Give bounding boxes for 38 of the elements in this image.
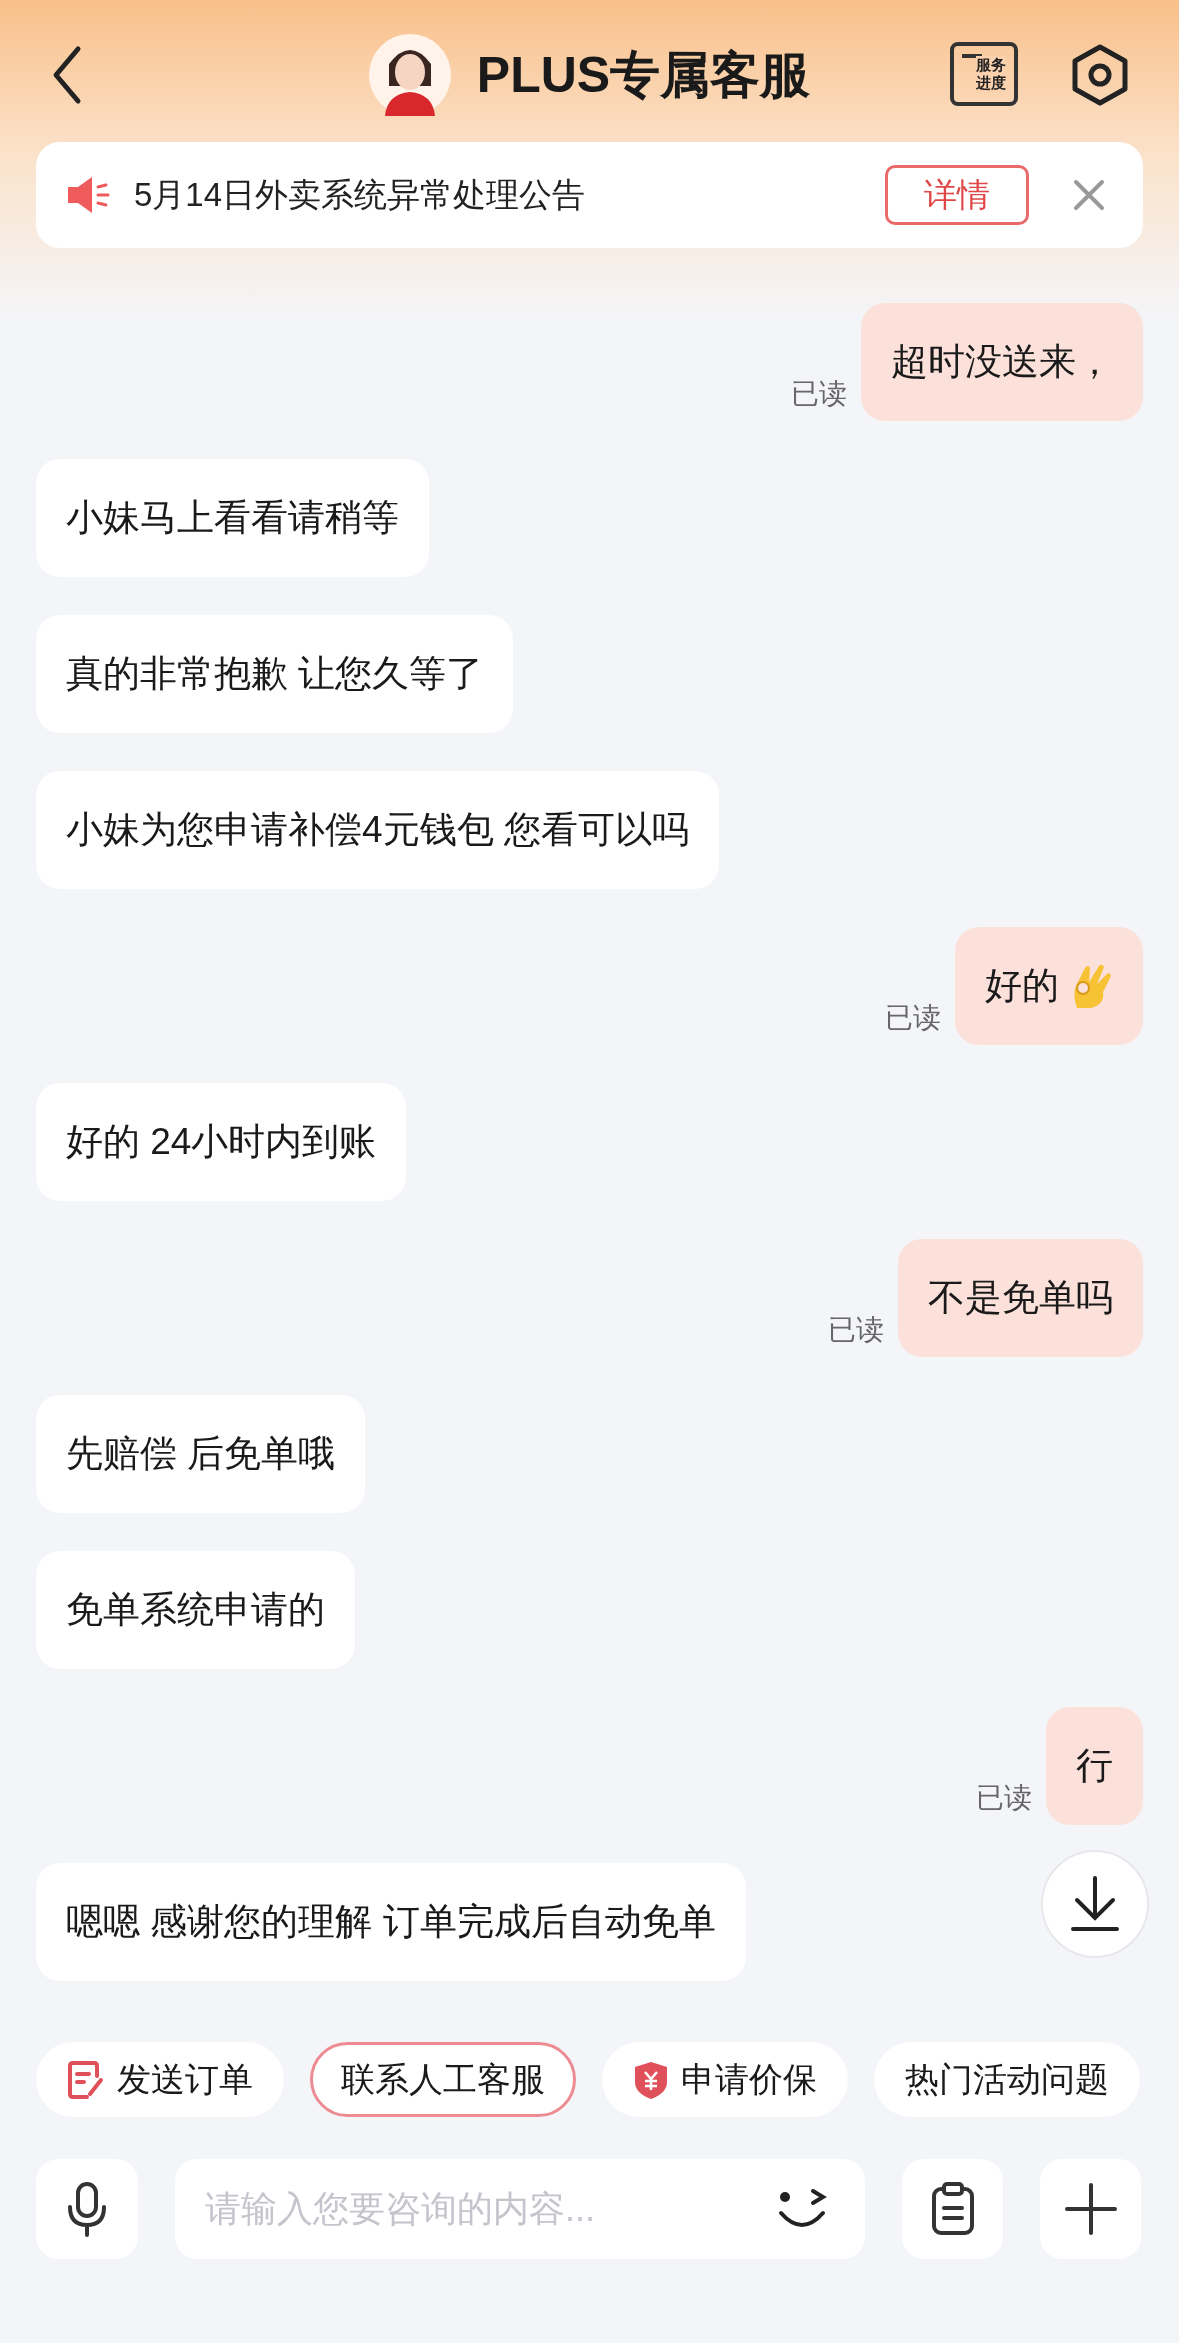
message-text: 真的非常抱歉 让您久等了 [66,652,484,697]
message-text: 嗯嗯 感谢您的理解 订单完成后自动免单 [66,1900,716,1945]
add-button[interactable] [1040,2159,1141,2259]
read-receipt: 已读 [828,1313,884,1347]
message-text: 好的 [985,964,1059,1009]
read-receipt: 已读 [976,1781,1032,1815]
quick-action-chip[interactable]: 热门活动问题 [874,2042,1140,2117]
message-text: 好的 24小时内到账 [66,1120,377,1165]
microphone-button[interactable] [36,2159,138,2259]
message-text: 先赔偿 后免单哦 [66,1432,336,1477]
speaker-icon [66,175,110,215]
clipboard-icon [930,2182,975,2236]
details-button[interactable]: 详情 [885,165,1029,225]
message-text: 超时没送来， [891,340,1113,385]
settings-icon[interactable] [1071,44,1129,106]
read-receipt: 已读 [885,1001,941,1035]
download-icon [1069,1876,1121,1932]
quick-action-chip[interactable]: 联系人工客服 [310,2042,576,2117]
quick-action-chip[interactable]: 发送订单 [36,2042,284,2117]
message-text: 小妹为您申请补偿4元钱包 您看可以吗 [66,808,689,853]
quick-action-chip[interactable]: 申请价保 [602,2042,848,2117]
icon-label: 服务 [976,56,1006,74]
shield-icon [633,2059,669,2100]
close-icon[interactable] [1073,179,1105,211]
icon-label: 进度 [976,74,1006,92]
order-icon [67,2059,105,2100]
clipboard-button[interactable] [902,2159,1003,2259]
message-text: 不是免单吗 [928,1276,1113,1321]
notice-text: 5月14日外卖系统异常处理公告 [134,175,587,216]
microphone-icon [67,2181,107,2237]
message-text: 小妹马上看看请稍等 [66,496,399,541]
chat-title: PLUS专属客服 [476,50,811,100]
message-text: 行 [1076,1744,1113,1789]
read-receipt: 已读 [791,377,847,411]
plus-icon [1064,2183,1117,2235]
message-text: 免单系统申请的 [66,1588,325,1633]
service-progress-button[interactable]: 服务 进度 [950,42,1018,106]
message-input[interactable]: 请输入您要咨询的内容... [175,2159,865,2259]
